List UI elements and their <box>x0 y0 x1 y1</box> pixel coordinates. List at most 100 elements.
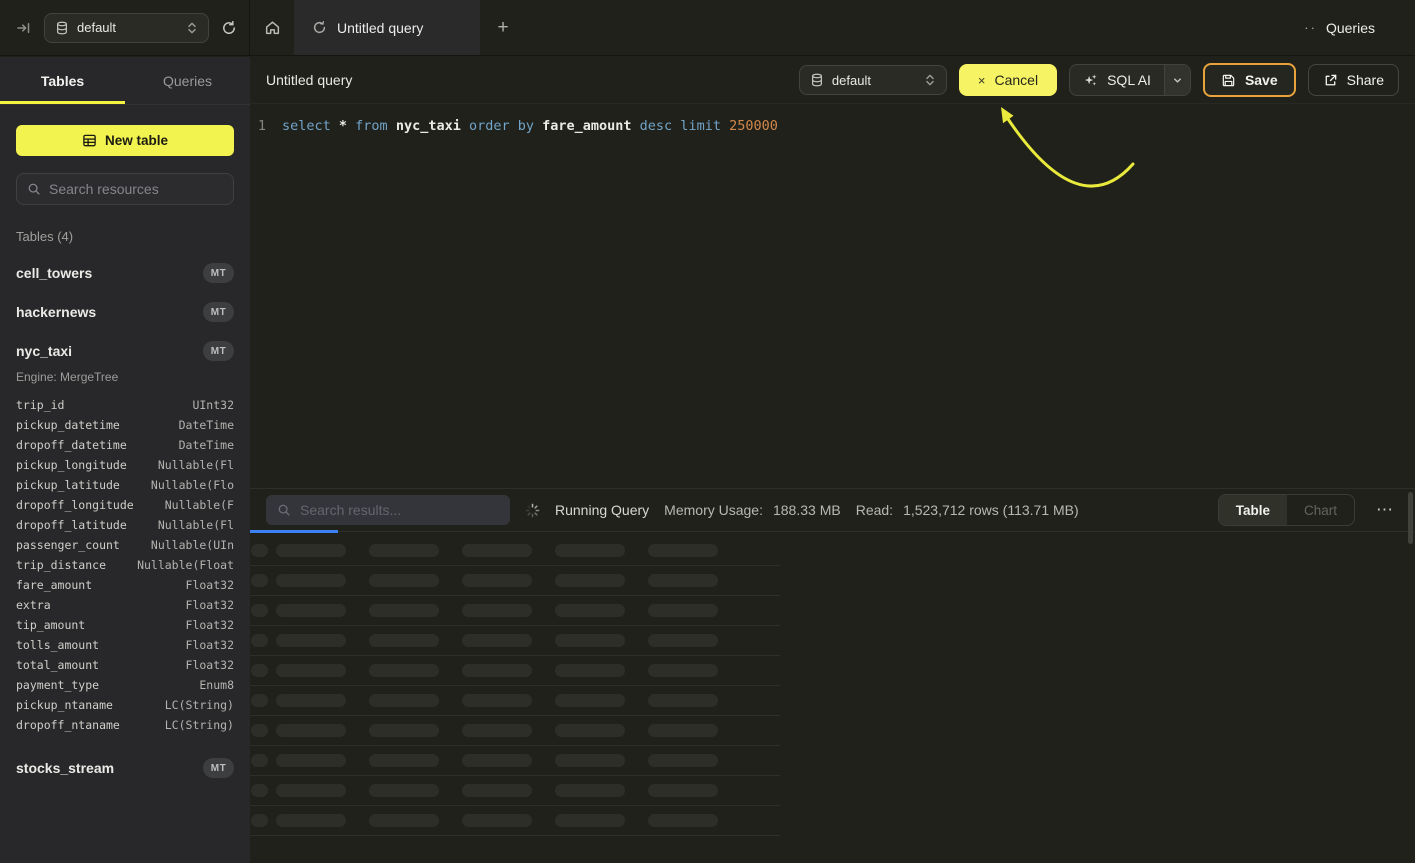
cancel-label: Cancel <box>995 72 1039 88</box>
column-name: payment_type <box>16 678 99 692</box>
sql-token: from <box>355 118 396 134</box>
collapse-sidebar-icon[interactable] <box>16 20 32 36</box>
close-icon: × <box>978 73 986 88</box>
engine-badge: MT <box>203 758 234 778</box>
query-database-selector[interactable]: default <box>799 65 947 95</box>
column-name: pickup_datetime <box>16 418 120 432</box>
column-name: extra <box>16 598 51 612</box>
results-panel: Running Query Memory Usage: 188.33 MB Re… <box>250 488 1415 863</box>
view-tab-chart[interactable]: Chart <box>1287 495 1354 525</box>
sidebar-tab-tables[interactable]: Tables <box>0 57 125 104</box>
sql-editor[interactable]: 1 select * from nyc_taxi order by fare_a… <box>250 104 1415 487</box>
table-item-nyc-taxi[interactable]: nyc_taxi MT <box>16 341 234 361</box>
column-row: tolls_amount Float32 <box>16 635 234 655</box>
column-row: pickup_ntaname LC(String) <box>16 695 234 715</box>
column-type: DateTime <box>179 418 234 432</box>
skeleton-row <box>250 746 780 776</box>
search-icon <box>277 503 291 517</box>
database-selector[interactable]: default <box>44 13 209 43</box>
column-list: trip_id UInt32 pickup_datetime DateTime … <box>16 395 234 735</box>
skeleton-row <box>250 806 780 836</box>
column-row: pickup_latitude Nullable(Flo <box>16 475 234 495</box>
refresh-icon[interactable] <box>221 20 237 36</box>
column-row: dropoff_longitude Nullable(F <box>16 495 234 515</box>
query-title: Untitled query <box>266 72 352 88</box>
table-item-cell-towers[interactable]: cell_towers MT <box>16 263 234 283</box>
resource-search[interactable] <box>16 173 234 205</box>
memory-usage-label: Memory Usage: <box>664 502 763 518</box>
skeleton-row <box>250 776 780 806</box>
table-item-hackernews[interactable]: hackernews MT <box>16 302 234 322</box>
column-type: Nullable(UIn <box>151 538 234 552</box>
column-type: Nullable(Fl <box>158 518 234 532</box>
sql-ai-dropdown[interactable] <box>1164 65 1190 95</box>
column-row: fare_amount Float32 <box>16 575 234 595</box>
skeleton-row <box>250 566 780 596</box>
sql-token: nyc_taxi <box>396 118 469 134</box>
sql-token: 250000 <box>729 118 778 134</box>
column-type: Float32 <box>186 658 234 672</box>
read-stat: Read: 1,523,712 rows (113.71 MB) <box>856 502 1079 518</box>
sql-token: desc limit <box>640 118 729 134</box>
skeleton-row <box>250 686 780 716</box>
engine-badge: MT <box>203 263 234 283</box>
column-name: total_amount <box>16 658 99 672</box>
column-name: dropoff_ntaname <box>16 718 120 732</box>
column-type: Float32 <box>186 598 234 612</box>
resource-search-input[interactable] <box>49 181 230 197</box>
new-table-label: New table <box>105 133 168 148</box>
home-icon[interactable] <box>250 0 294 55</box>
sql-ai-button: SQL AI <box>1069 64 1191 96</box>
column-type: Nullable(Flo <box>151 478 234 492</box>
queries-button[interactable]: ·· Queries <box>1304 0 1415 55</box>
column-row: total_amount Float32 <box>16 655 234 675</box>
view-tab-table[interactable]: Table <box>1219 495 1287 525</box>
column-row: tip_amount Float32 <box>16 615 234 635</box>
engine-badge: MT <box>203 302 234 322</box>
sidebar-tab-queries[interactable]: Queries <box>125 57 250 104</box>
table-name: stocks_stream <box>16 760 114 776</box>
column-row: pickup_longitude Nullable(Fl <box>16 455 234 475</box>
table-name: cell_towers <box>16 265 92 281</box>
column-name: dropoff_longitude <box>16 498 134 512</box>
sidebar-tabs: Tables Queries <box>0 57 250 105</box>
share-button[interactable]: Share <box>1308 64 1399 96</box>
column-type: Float32 <box>186 638 234 652</box>
new-tab-button[interactable]: + <box>480 0 526 55</box>
sql-ai-label: SQL AI <box>1107 72 1151 88</box>
results-body <box>250 532 1415 863</box>
tab-loading-icon <box>312 20 327 35</box>
sql-token: * <box>339 118 355 134</box>
sql-ai-main[interactable]: SQL AI <box>1070 65 1164 95</box>
cancel-button[interactable]: × Cancel <box>959 64 1057 96</box>
skeleton-row <box>250 596 780 626</box>
results-search-input[interactable] <box>300 502 499 518</box>
database-icon <box>55 21 69 35</box>
sql-code: select * from nyc_taxi order by fare_amo… <box>282 117 778 136</box>
column-name: dropoff_datetime <box>16 438 127 452</box>
table-item-stocks-stream[interactable]: stocks_stream MT <box>16 758 234 778</box>
column-row: pickup_datetime DateTime <box>16 415 234 435</box>
column-row: extra Float32 <box>16 595 234 615</box>
column-name: pickup_ntaname <box>16 698 113 712</box>
results-search[interactable] <box>266 495 510 525</box>
sparkles-icon <box>1083 73 1098 88</box>
table-name: nyc_taxi <box>16 343 72 359</box>
column-type: LC(String) <box>165 718 234 732</box>
sidebar: Tables Queries New table Tables (4) cell… <box>0 57 250 863</box>
view-toggle: Table Chart <box>1218 494 1355 526</box>
column-type: Nullable(Float <box>137 558 234 572</box>
column-name: tip_amount <box>16 618 85 632</box>
save-button[interactable]: Save <box>1203 63 1296 97</box>
new-table-button[interactable]: New table <box>16 125 234 156</box>
tab-untitled-query[interactable]: Untitled query <box>294 0 480 55</box>
more-options-button[interactable]: ⋯ <box>1370 500 1399 520</box>
results-scrollbar[interactable] <box>1408 492 1413 544</box>
column-row: dropoff_ntaname LC(String) <box>16 715 234 735</box>
read-label: Read: <box>856 502 893 518</box>
column-type: Enum8 <box>199 678 234 692</box>
column-name: pickup_longitude <box>16 458 127 472</box>
top-bar: default <box>0 0 1415 56</box>
column-type: Nullable(Fl <box>158 458 234 472</box>
line-number: 1 <box>250 117 282 136</box>
